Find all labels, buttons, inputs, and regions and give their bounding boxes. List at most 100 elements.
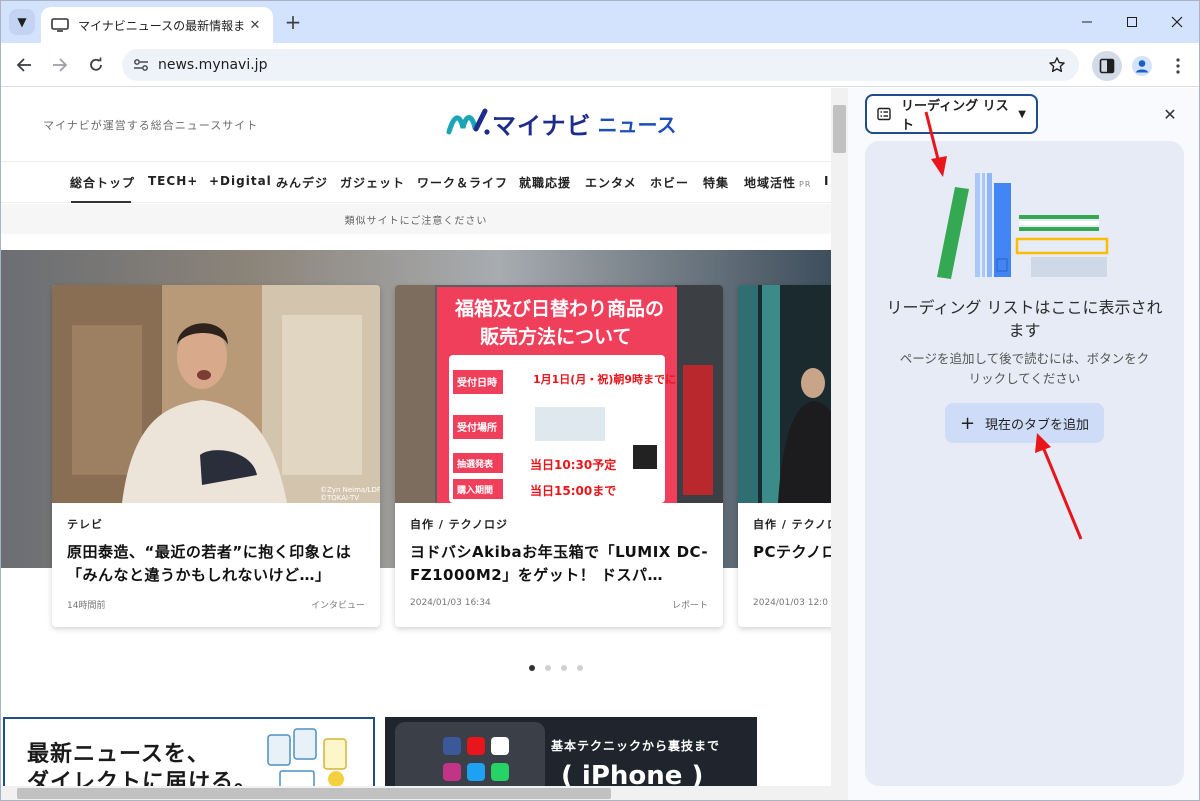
add-current-tab-label: 現在のタブを追加	[985, 417, 1090, 433]
more-vert-icon	[1176, 58, 1180, 74]
nav-item-gadget[interactable]: ガジェット	[340, 174, 405, 191]
nav-item-overflow[interactable]: I	[824, 174, 829, 188]
site-settings-icon[interactable]	[131, 55, 151, 75]
article-title[interactable]: 原田泰造、“最近の若者”に抱く印象とは「みんなと違うかもしれないけど…」	[67, 541, 367, 587]
poster-time: 当日10:30予定	[530, 457, 616, 472]
banner-subtitle: 基本テクニックから裏技まで	[551, 739, 721, 753]
forward-button[interactable]	[46, 51, 74, 79]
window-close-button[interactable]	[1163, 9, 1191, 35]
tab-strip: ▼ マイナビニュースの最新情報まとめ - ✕ +	[1, 1, 1199, 43]
nav-item-job[interactable]: 就職応援	[519, 174, 571, 191]
nav-item-top[interactable]: 総合トップ	[70, 174, 135, 191]
books-illustration-icon	[937, 173, 1109, 279]
minimize-button[interactable]	[1073, 9, 1101, 35]
side-panel-button[interactable]	[1092, 51, 1122, 81]
poster-line-1: 福箱及び日替わり商品の	[454, 297, 664, 320]
reload-button[interactable]	[82, 51, 110, 79]
article-title[interactable]: ヨドバシAkibaお年玉箱で「LUMIX DC-FZ1000M2」をゲット！ ド…	[410, 541, 710, 587]
back-button[interactable]	[10, 51, 38, 79]
iphone-banner[interactable]: 基本テクニックから裏技まで ( iPhone )	[385, 717, 757, 788]
side-panel-icon	[1099, 58, 1115, 74]
reload-icon	[90, 57, 102, 71]
side-panel: リーディング リスト ▼ ✕ リーディング リストはここに表示されます ページを…	[848, 88, 1199, 800]
newsletter-banner[interactable]: 最新ニュースを、 ダイレクトに届ける。	[3, 717, 375, 788]
side-panel-close-button[interactable]: ✕	[1160, 104, 1180, 124]
article-category: 自作 / テクノロ	[753, 518, 831, 531]
web-page: マイナビが運営する総合ニュースサイト マイナビ ニュース 総合トップ TECH+…	[1, 88, 831, 788]
reading-list-empty-state: リーディング リストはここに表示されます ページを追加して後で読むには、ボタンを…	[865, 141, 1184, 786]
carousel-dot[interactable]	[561, 665, 567, 671]
maximize-icon	[1127, 17, 1137, 27]
nav-item-digital[interactable]: +Digital	[209, 174, 272, 188]
horizontal-scrollbar[interactable]	[1, 786, 848, 800]
horizontal-scroll-thumb[interactable]	[17, 788, 611, 799]
tab-search-button[interactable]: ▼	[9, 9, 35, 35]
poster-time: 当日15:00まで	[530, 483, 616, 498]
side-panel-selector[interactable]: リーディング リスト ▼	[865, 94, 1038, 134]
banner-title: ( iPhone )	[561, 761, 704, 788]
address-bar[interactable]: news.mynavi.jp	[122, 49, 1079, 81]
nav-item-regional-label: 地域活性	[744, 176, 797, 190]
close-icon	[1171, 16, 1183, 28]
active-tab[interactable]: マイナビニュースの最新情報まとめ - ✕	[41, 7, 273, 43]
site-logo[interactable]: マイナビ ニュース	[446, 106, 677, 140]
browser-window: ▼ マイナビニュースの最新情報まとめ - ✕ +	[0, 0, 1200, 801]
poster-label: 購入期間	[456, 484, 493, 496]
article-date: 2024/01/03 16:34	[410, 598, 491, 608]
close-icon: ✕	[1163, 104, 1177, 124]
side-panel-selector-label: リーディング リスト	[901, 99, 1009, 133]
nav-item-entame[interactable]: エンタメ	[585, 174, 637, 191]
pr-badge: PR	[799, 180, 812, 189]
article-card[interactable]: 福箱及び日替わり商品の 販売方法について 受付日時 1月1日(月・祝)朝9時まで…	[395, 285, 723, 627]
logo-main-text: マイナビ	[492, 111, 592, 140]
empty-state-title: リーディング リストはここに表示されます	[886, 298, 1163, 340]
article-category: 自作 / テクノロジ	[410, 518, 509, 531]
caret-down-icon: ▼	[1018, 108, 1026, 120]
banner-line-1: 最新ニュースを、	[27, 742, 210, 767]
nav-item-feature[interactable]: 特集	[703, 174, 729, 191]
mynavi-logo-mark-icon	[446, 108, 490, 135]
article-type: レポート	[671, 601, 708, 611]
poster-line-2: 販売方法について	[480, 325, 631, 348]
tab-close-icon[interactable]: ✕	[247, 17, 263, 33]
carousel-dot[interactable]	[529, 665, 535, 671]
phishing-notice[interactable]: 類似サイトにご注意ください	[1, 204, 831, 234]
carousel-pagination	[529, 665, 583, 671]
nav-item-tech[interactable]: TECH+	[148, 174, 198, 188]
url-text: news.mynavi.jp	[158, 57, 268, 73]
carousel-dot[interactable]	[545, 665, 551, 671]
article-type: インタビュー	[310, 601, 365, 611]
vertical-scroll-thumb[interactable]	[833, 105, 846, 153]
profile-button[interactable]	[1127, 51, 1157, 81]
photo-credit: ©Zyn Neima/LDF	[320, 486, 380, 494]
menu-button[interactable]	[1163, 51, 1193, 81]
new-tab-button[interactable]: +	[281, 10, 305, 34]
chevron-down-icon: ▼	[17, 15, 27, 29]
avatar-icon	[1132, 56, 1152, 76]
toolbar: news.mynavi.jp	[1, 43, 1199, 87]
bookmark-star-icon[interactable]	[1043, 51, 1071, 79]
article-card[interactable]: ©Zyn Neima/LDF ©TOKAI-TV テレビ 原田泰造、“最近の若者…	[52, 285, 380, 627]
tv-favicon-icon	[51, 18, 69, 32]
add-current-tab-button[interactable]: + 現在のタブを追加	[945, 403, 1104, 443]
vertical-scrollbar[interactable]	[831, 88, 848, 788]
carousel-dot[interactable]	[577, 665, 583, 671]
maximize-button[interactable]	[1118, 9, 1146, 35]
article-date: 14時間前	[67, 601, 106, 611]
nav-item-mindeji[interactable]: みんデジ	[276, 174, 328, 191]
article-thumbnail: ©Zyn Neima/LDF ©TOKAI-TV	[52, 285, 380, 503]
poster-label: 受付場所	[457, 421, 497, 434]
article-card[interactable]: 自作 / テクノロ PCテクノロ 編 2024/01/03 12:0	[738, 285, 831, 627]
nav-item-regional[interactable]: 地域活性 PR	[744, 174, 811, 191]
site-tagline: マイナビが運営する総合ニュースサイト	[43, 119, 259, 132]
poster-label: 抽選発表	[457, 458, 494, 470]
nav-item-hobby[interactable]: ホビー	[650, 174, 689, 191]
article-date: 2024/01/03 12:0	[753, 598, 828, 608]
plus-icon: +	[959, 412, 976, 434]
nav-item-work-life[interactable]: ワーク＆ライフ	[417, 174, 508, 191]
arrow-left-icon	[16, 58, 31, 72]
minimize-icon	[1082, 21, 1092, 23]
article-title[interactable]: PCテクノロ 編	[753, 541, 831, 564]
banner-text: 最新ニュースを、 ダイレクトに届ける。	[27, 741, 257, 788]
photo-credit-2: ©TOKAI-TV	[320, 494, 359, 502]
